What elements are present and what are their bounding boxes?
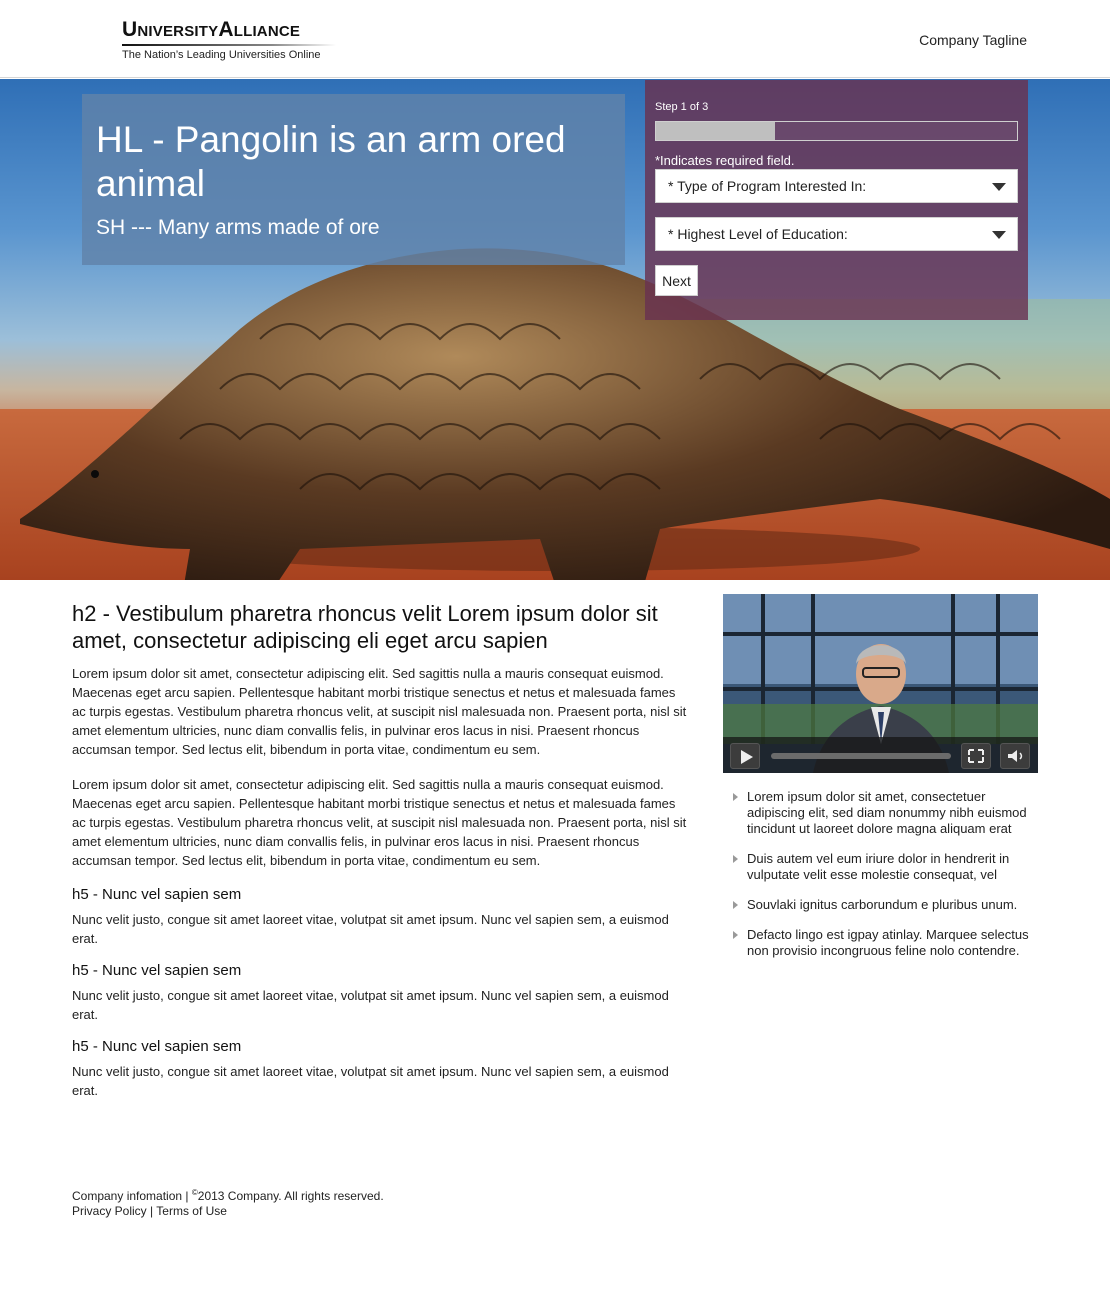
footer-links: Privacy Policy | Terms of Use [72, 1204, 384, 1219]
volume-button[interactable] [1000, 743, 1030, 769]
bullet-arrow-icon [733, 855, 738, 863]
progress-bar [655, 121, 1018, 141]
education-level-select[interactable]: * Highest Level of Education: [655, 217, 1018, 251]
chevron-down-icon [992, 183, 1006, 191]
main-content: h2 - Vestibulum pharetra rhoncus velit L… [72, 600, 687, 1114]
hero-banner: HL - Pangolin is an arm ored animal SH -… [0, 79, 1110, 580]
list-item-text: Lorem ipsum dolor sit amet, consectetuer… [747, 789, 1027, 836]
body-paragraph: Lorem ipsum dolor sit amet, consectetur … [72, 777, 687, 868]
chevron-down-icon [992, 231, 1006, 239]
body-paragraph: Lorem ipsum dolor sit amet, consectetur … [72, 666, 687, 757]
program-type-label: * Type of Program Interested In: [668, 178, 867, 194]
company-info-link[interactable]: Company infomation [72, 1189, 182, 1203]
subsection-text: Nunc velit justo, congue sit amet laoree… [72, 1064, 669, 1098]
list-item-text: Souvlaki ignitus carborundum e pluribus … [747, 897, 1018, 912]
footer-separator: | [150, 1204, 154, 1218]
list-item: Souvlaki ignitus carborundum e pluribus … [733, 897, 1038, 913]
subheading: h5 - Nunc vel sapien sem [72, 962, 242, 979]
play-icon [741, 750, 753, 764]
list-item: Lorem ipsum dolor sit amet, consectetuer… [733, 789, 1038, 837]
subheading: h5 - Nunc vel sapien sem [72, 886, 242, 903]
lead-form: Step 1 of 3 *Indicates required field. *… [645, 80, 1028, 320]
subsection-text: Nunc velit justo, congue sit amet laoree… [72, 988, 669, 1022]
logo-name: UniversityAlliance [122, 18, 301, 41]
video-player[interactable] [723, 594, 1038, 773]
terms-of-use-link[interactable]: Terms of Use [156, 1204, 227, 1218]
hero-title: HL - Pangolin is an arm ored animal [96, 119, 566, 204]
company-tagline: Company Tagline [919, 32, 1027, 48]
site-header: UniversityAlliance The Nation’s Leading … [0, 0, 1110, 78]
subsection-text: Nunc velit justo, congue sit amet laoree… [72, 912, 669, 946]
step-indicator: Step 1 of 3 [655, 101, 709, 113]
video-scrubber[interactable] [771, 753, 951, 759]
hero-subtitle: SH --- Many arms made of ore [96, 216, 380, 239]
bullet-arrow-icon [733, 931, 738, 939]
section-heading: h2 - Vestibulum pharetra rhoncus velit L… [72, 601, 658, 653]
bullet-arrow-icon [733, 901, 738, 909]
feature-list: Lorem ipsum dolor sit amet, consectetuer… [733, 789, 1038, 973]
list-item-text: Defacto lingo est igpay atinlay. Marquee… [747, 927, 1029, 958]
play-button[interactable] [730, 743, 760, 769]
fullscreen-icon [968, 749, 984, 763]
required-note: *Indicates required field. [655, 153, 795, 168]
site-footer: Company infomation | ©2013 Company. All … [72, 1185, 384, 1219]
copyright-text: 2013 Company. All rights reserved. [197, 1189, 384, 1203]
education-level-label: * Highest Level of Education: [668, 226, 848, 242]
hero-headline-box: HL - Pangolin is an arm ored animal SH -… [82, 94, 625, 265]
privacy-policy-link[interactable]: Privacy Policy [72, 1204, 147, 1218]
footer-copyright-line: Company infomation | ©2013 Company. All … [72, 1185, 384, 1204]
logo-tagline: The Nation’s Leading Universities Online [122, 49, 321, 61]
list-item-text: Duis autem vel eum iriure dolor in hendr… [747, 851, 1010, 882]
bullet-arrow-icon [733, 793, 738, 801]
volume-icon [1008, 750, 1023, 762]
progress-fill [656, 122, 776, 140]
logo-rule [122, 44, 336, 46]
list-item: Defacto lingo est igpay atinlay. Marquee… [733, 927, 1038, 959]
fullscreen-button[interactable] [961, 743, 991, 769]
logo[interactable]: UniversityAlliance The Nation’s Leading … [122, 18, 342, 62]
subheading: h5 - Nunc vel sapien sem [72, 1038, 242, 1055]
list-item: Duis autem vel eum iriure dolor in hendr… [733, 851, 1038, 883]
footer-separator: | [185, 1189, 189, 1203]
video-controls [723, 737, 1038, 773]
next-button[interactable]: Next [655, 265, 698, 296]
program-type-select[interactable]: * Type of Program Interested In: [655, 169, 1018, 203]
